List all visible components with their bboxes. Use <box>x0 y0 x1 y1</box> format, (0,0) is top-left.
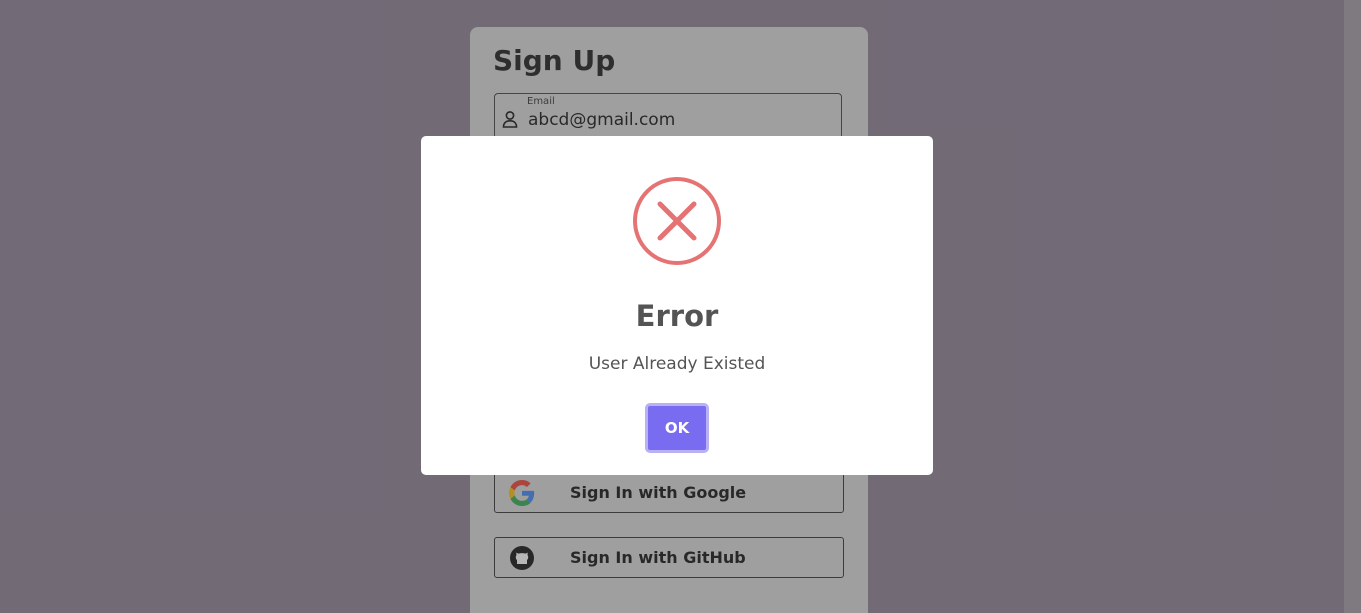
dialog-title: Error <box>635 299 719 333</box>
error-x-icon <box>632 176 722 266</box>
ok-button[interactable]: OK <box>645 403 709 453</box>
error-dialog: Error User Already Existed OK <box>421 136 933 475</box>
dialog-message: User Already Existed <box>588 354 766 374</box>
